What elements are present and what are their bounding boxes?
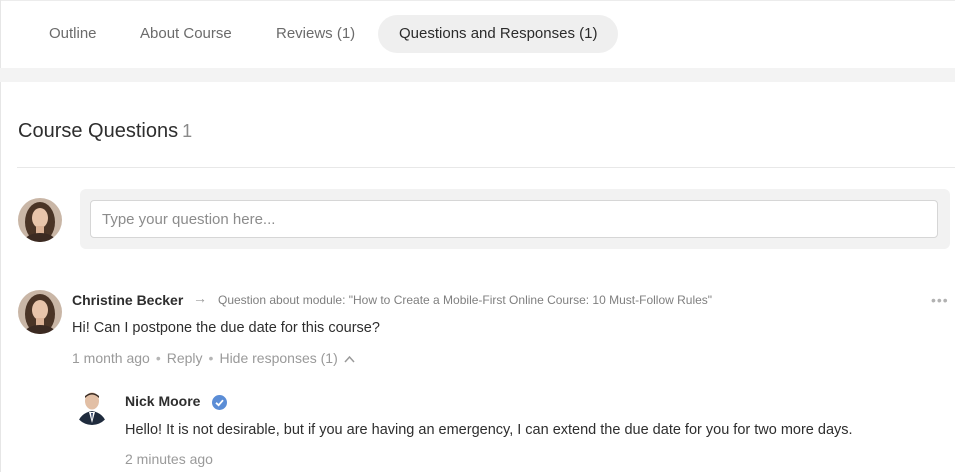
tab-bar: Outline About Course Reviews (1) Questio…	[0, 0, 955, 68]
section-title-text: Course Questions	[18, 120, 179, 142]
section-separator	[0, 68, 955, 82]
chevron-up-icon[interactable]	[344, 350, 355, 366]
response-timestamp: 2 minutes ago	[125, 451, 213, 467]
tab-about-course[interactable]: About Course	[140, 15, 232, 53]
author-avatar[interactable]	[18, 290, 62, 334]
question-input[interactable]	[90, 200, 938, 238]
separator-dot: •	[208, 350, 214, 366]
tab-questions-and-responses[interactable]: Questions and Responses (1)	[378, 15, 619, 53]
section-divider	[17, 167, 955, 168]
tab-outline[interactable]: Outline	[49, 15, 97, 53]
response-text: Hello! It is not desirable, but if you a…	[125, 422, 853, 438]
question-text: Hi! Can I postpone the due date for this…	[72, 320, 380, 336]
ask-question-panel	[80, 189, 950, 249]
arrow-right-icon: →	[193, 290, 207, 306]
page-title: Course Questions 1	[18, 120, 192, 143]
reply-link[interactable]: Reply	[167, 350, 203, 366]
question-count: 1	[182, 121, 193, 141]
responder-avatar[interactable]	[74, 389, 110, 425]
separator-dot: •	[155, 350, 161, 366]
verified-check-icon	[212, 395, 227, 410]
hide-responses-link[interactable]: Hide responses (1)	[219, 350, 337, 366]
current-user-avatar	[18, 198, 62, 242]
question-module-context[interactable]: Question about module: "How to Create a …	[218, 293, 712, 307]
response-author-name[interactable]: Nick Moore	[125, 393, 200, 409]
question-author-name[interactable]: Christine Becker	[72, 292, 183, 308]
question-timestamp: 1 month ago	[72, 350, 150, 366]
question-meta: 1 month ago • Reply • Hide responses (1)	[72, 350, 355, 366]
more-options-icon[interactable]: •••	[931, 292, 949, 308]
tab-reviews[interactable]: Reviews (1)	[276, 15, 355, 53]
